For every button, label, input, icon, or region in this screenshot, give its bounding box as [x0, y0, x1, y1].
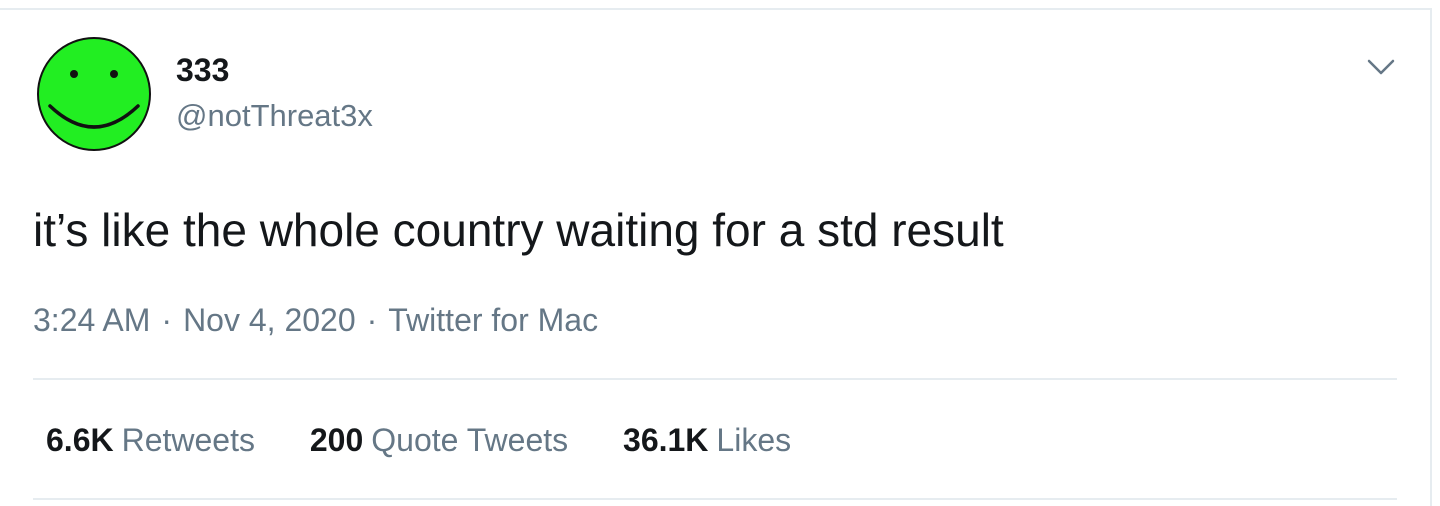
tweet-source[interactable]: Twitter for Mac [388, 302, 598, 338]
likes-label: Likes [716, 422, 792, 458]
chevron-down-icon [1367, 59, 1395, 75]
tweet-meta: 3:24 AM · Nov 4, 2020 · Twitter for Mac [33, 300, 598, 340]
avatar[interactable] [36, 36, 152, 152]
meta-separator: · [161, 302, 173, 338]
retweets-count: 6.6K [46, 422, 114, 458]
handle[interactable]: @notThreat3x [176, 96, 373, 136]
likes-stat[interactable]: 36.1K Likes [623, 420, 791, 460]
tweet-date[interactable]: Nov 4, 2020 [183, 302, 356, 338]
tweet-text: it’s like the whole country waiting for … [33, 204, 1004, 256]
smiley-face-icon [37, 37, 151, 151]
likes-count: 36.1K [623, 422, 709, 458]
retweets-stat[interactable]: 6.6K Retweets [46, 420, 255, 460]
retweets-label: Retweets [121, 422, 255, 458]
tweet-card: 333 @notThreat3x it’s like the whole cou… [0, 8, 1432, 506]
author-block: 333 @notThreat3x [176, 50, 373, 136]
quote-tweets-label: Quote Tweets [371, 422, 569, 458]
divider [33, 498, 1397, 500]
tweet-time[interactable]: 3:24 AM [33, 302, 150, 338]
meta-separator: · [366, 302, 378, 338]
more-options-button[interactable] [1366, 56, 1396, 78]
display-name[interactable]: 333 [176, 50, 373, 90]
engagement-stats: 6.6K Retweets 200 Quote Tweets 36.1K Likes [46, 420, 837, 460]
quote-tweets-count: 200 [309, 422, 364, 458]
divider [33, 378, 1397, 380]
quote-tweets-stat[interactable]: 200 Quote Tweets [310, 420, 568, 460]
